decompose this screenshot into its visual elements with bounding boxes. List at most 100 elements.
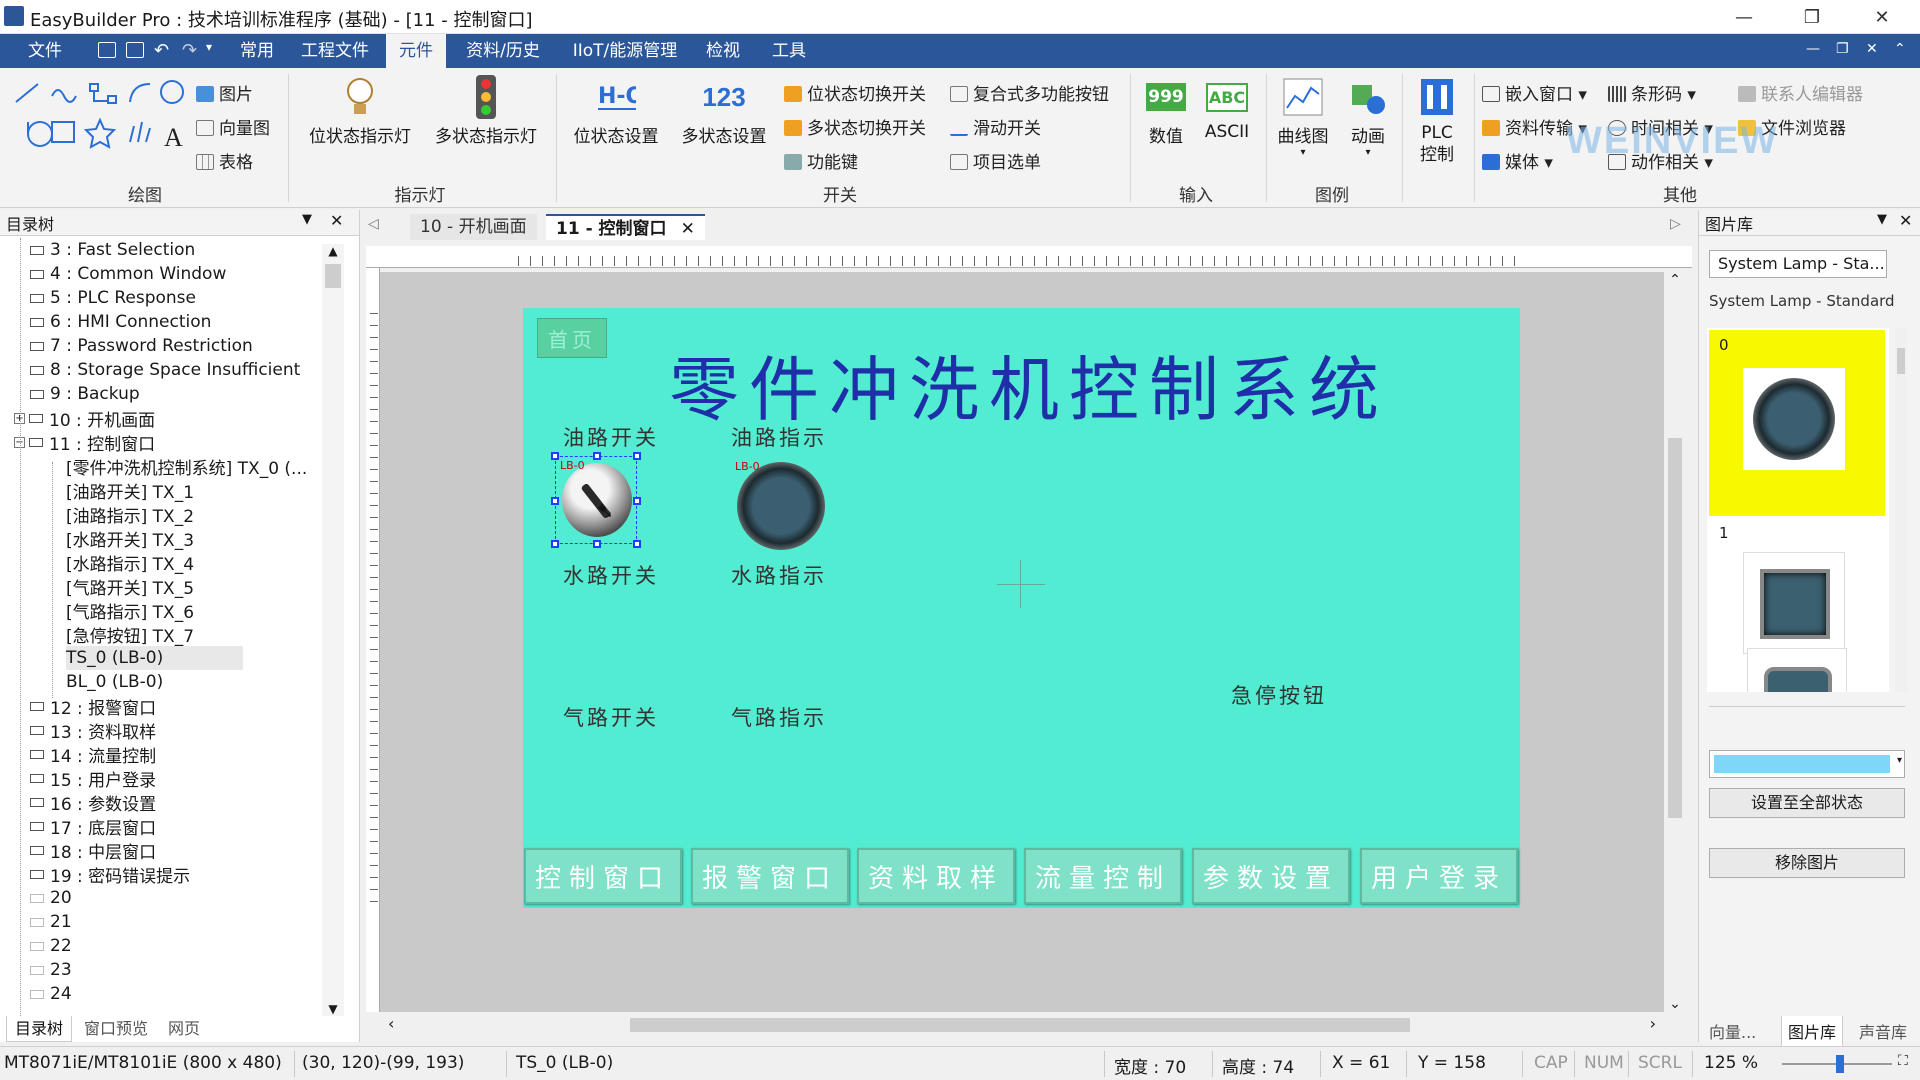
tree-child-item[interactable]: [水路开关] TX_3 — [66, 526, 194, 551]
nav-alarm-window[interactable]: 报警窗口 — [691, 848, 849, 904]
scroll-thumb[interactable] — [325, 264, 341, 288]
panel-menu-icon[interactable]: ▼ — [1877, 212, 1887, 227]
ribbon-barcode[interactable]: 条形码 ▾ — [1608, 80, 1696, 105]
minimize-button[interactable]: — — [1714, 0, 1774, 34]
tree-window-item[interactable]: 13 : 资料取样 — [30, 718, 156, 743]
hmi-screen[interactable]: 首页 零件冲洗机控制系统 油路开关 油路指示 水路开关 水路指示 气路开关 气路… — [523, 308, 1520, 908]
tree-window-item[interactable]: 6 : HMI Connection — [30, 310, 211, 334]
plc-control-button[interactable]: PLC 控制 — [1406, 76, 1468, 166]
nav-control-window[interactable]: 控制窗口 — [524, 848, 682, 904]
tab-control-window[interactable]: 11 - 控制窗口 ✕ — [546, 214, 705, 240]
ascii-button[interactable]: ABC ASCII — [1198, 76, 1256, 142]
menu-file[interactable]: 文件 — [20, 34, 70, 68]
resize-handle[interactable] — [593, 540, 601, 548]
ribbon-collapse-icon[interactable]: ⌃ — [1894, 41, 1906, 57]
tab-sound-library[interactable]: 声音库 — [1859, 1019, 1907, 1043]
tree-window-item[interactable]: −11 : 控制窗口 — [14, 430, 155, 455]
redo-icon[interactable]: ↷ — [182, 40, 197, 61]
tree-window-item[interactable]: 20 — [30, 886, 72, 910]
tree-scrollbar[interactable]: ▲ ▼ — [322, 244, 344, 1016]
quick-access-dropdown-icon[interactable]: ▾ — [206, 40, 212, 54]
tree-window-item[interactable]: 5 : PLC Response — [30, 286, 196, 310]
tree-child-item[interactable]: BL_0 (LB-0) — [66, 670, 163, 694]
tree-window-item[interactable]: 24 — [30, 982, 72, 1006]
picture-state-0[interactable]: 0 — [1709, 330, 1885, 516]
tabs-scroll-right-icon[interactable]: ▷ — [1670, 216, 1681, 232]
tree-child-item[interactable]: [急停按钮] TX_7 — [66, 622, 194, 647]
ribbon-media[interactable]: 媒体 ▾ — [1482, 148, 1553, 173]
tree-window-item[interactable]: 14 : 流量控制 — [30, 742, 156, 767]
numeric-button[interactable]: 999 数值 — [1138, 76, 1194, 147]
shape-tools-icon[interactable]: A — [12, 76, 192, 166]
tree-window-item[interactable]: 16 : 参数设置 — [30, 790, 156, 815]
tab-picture-library[interactable]: 图片库 — [1781, 1016, 1844, 1047]
picture-state-list[interactable]: 0 1 2 — [1707, 328, 1889, 692]
tree-child-item[interactable]: [油路开关] TX_1 — [66, 478, 194, 503]
save-icon[interactable] — [98, 42, 116, 58]
menu-common[interactable]: 常用 — [230, 34, 284, 68]
vscroll-thumb[interactable] — [1668, 438, 1682, 818]
scroll-left-icon[interactable]: ‹ — [388, 1014, 394, 1033]
tab-directory-tree[interactable]: 目录树 — [6, 1016, 73, 1042]
tree-window-item[interactable]: 7 : Password Restriction — [30, 334, 253, 358]
scroll-right-icon[interactable]: › — [1650, 1014, 1656, 1033]
panel-menu-icon[interactable]: ▼ — [302, 212, 312, 227]
resize-handle[interactable] — [551, 540, 559, 548]
tree-window-item[interactable]: 8 : Storage Space Insufficient — [30, 358, 300, 382]
tree-window-item[interactable]: 18 : 中层窗口 — [30, 838, 156, 863]
menu-objects[interactable]: 元件 — [386, 34, 446, 68]
tree-window-item[interactable]: 17 : 底层窗口 — [30, 814, 156, 839]
home-button[interactable]: 首页 — [537, 318, 607, 358]
ribbon-function-key[interactable]: 功能键 — [784, 148, 858, 173]
tree-child-item[interactable]: [水路指示] TX_4 — [66, 550, 194, 575]
nav-flow-control[interactable]: 流量控制 — [1024, 848, 1182, 904]
tree-child-item[interactable]: [油路指示] TX_2 — [66, 502, 194, 527]
tree-window-item[interactable]: +10 : 开机画面 — [14, 406, 155, 431]
undo-icon[interactable]: ↶ — [154, 40, 169, 61]
animation-button[interactable]: 动画 ▾ — [1340, 76, 1396, 158]
tree-child-item[interactable]: [气路指示] TX_6 — [66, 598, 194, 623]
trend-button[interactable]: 曲线图 ▾ — [1272, 76, 1334, 158]
ribbon-embed-window[interactable]: 嵌入窗口 ▾ — [1482, 80, 1587, 105]
resize-handle[interactable] — [633, 497, 641, 505]
close-button[interactable]: ✕ — [1852, 0, 1912, 34]
ribbon-slide-switch[interactable]: 滑动开关 — [950, 114, 1041, 139]
panel-close-icon[interactable]: ✕ — [330, 211, 343, 230]
tree-window-item[interactable]: 21 — [30, 910, 72, 934]
indicator-lamp[interactable] — [737, 462, 825, 550]
ribbon-vector[interactable]: 向量图 — [196, 114, 270, 139]
restore-button[interactable]: ❐ — [1782, 0, 1842, 34]
zoom-slider-thumb[interactable] — [1836, 1055, 1844, 1073]
menu-tools[interactable]: 工具 — [766, 34, 812, 68]
library-dropdown[interactable]: System Lamp - Sta... — [1709, 250, 1887, 278]
tree-window-item[interactable]: 15 : 用户登录 — [30, 766, 156, 791]
scroll-up-icon[interactable]: ⌃ — [1664, 272, 1686, 288]
set-all-states-button[interactable]: 设置至全部状态 — [1709, 788, 1905, 818]
scroll-down-icon[interactable]: ▼ — [322, 1002, 344, 1016]
ribbon-table[interactable]: 表格 — [196, 148, 253, 173]
doc-minimize-icon[interactable]: — — [1806, 41, 1820, 57]
doc-close-icon[interactable]: ✕ — [1866, 41, 1878, 57]
scroll-up-icon[interactable]: ▲ — [322, 244, 344, 258]
multistate-switch-button[interactable]: 123 多状态设置 — [672, 76, 776, 148]
bit-lamp-bl0[interactable]: LB-0 — [733, 460, 827, 550]
ribbon-image[interactable]: 图片 — [196, 80, 253, 105]
resize-handle[interactable] — [593, 452, 601, 460]
nav-parameter-settings[interactable]: 参数设置 — [1192, 848, 1350, 904]
nav-user-login[interactable]: 用户登录 — [1360, 848, 1518, 904]
doc-restore-icon[interactable]: ❐ — [1836, 41, 1849, 57]
tree-window-item[interactable]: 9 : Backup — [30, 382, 140, 406]
draw-shapes-gallery[interactable]: A — [12, 76, 192, 166]
tree-window-item[interactable]: 23 — [30, 958, 72, 982]
tree-window-item[interactable]: 4 : Common Window — [30, 262, 226, 286]
resize-handle[interactable] — [633, 452, 641, 460]
save-all-icon[interactable] — [126, 42, 144, 58]
fit-window-icon[interactable]: ⛶ — [1898, 1053, 1908, 1069]
canvas-vscroll[interactable]: ⌃ ⌄ — [1664, 272, 1686, 1012]
bit-switch-button[interactable]: H-O 位状态设置 — [566, 76, 666, 147]
canvas-hscroll[interactable]: ‹ › — [380, 1014, 1664, 1036]
ribbon-toggle-switch[interactable]: 位状态切换开关 — [784, 80, 926, 105]
resize-handle[interactable] — [551, 497, 559, 505]
ribbon-multi-toggle[interactable]: 多状态切换开关 — [784, 114, 926, 139]
ribbon-contact-editor[interactable]: 联系人编辑器 — [1738, 80, 1863, 105]
